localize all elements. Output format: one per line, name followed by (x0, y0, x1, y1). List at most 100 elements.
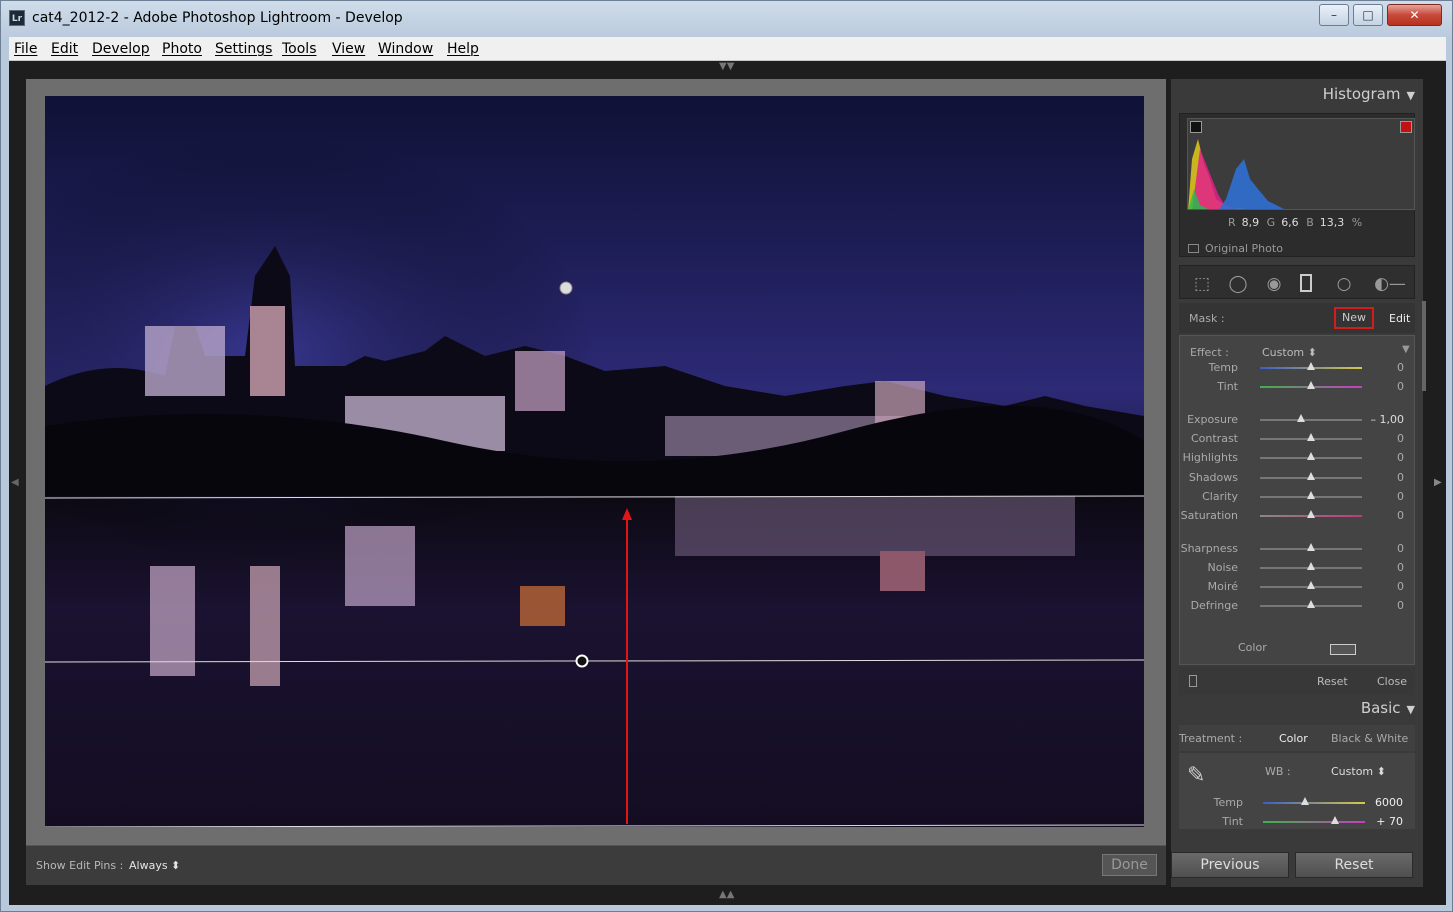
slider-track (1263, 802, 1365, 804)
basic-temp-slider[interactable]: Temp 6000 (1179, 793, 1415, 812)
lightroom-app-icon: Lr (9, 10, 25, 26)
minimize-button[interactable]: – (1319, 4, 1349, 26)
bottom-panel-toggle-icon[interactable]: ▲▲ (719, 889, 734, 900)
slider-value[interactable]: 0 (1397, 542, 1404, 555)
slider-knob[interactable] (1296, 414, 1305, 422)
slider-knob[interactable] (1307, 433, 1315, 441)
slider-knob[interactable] (1307, 491, 1315, 499)
menu-photo[interactable]: Photo (162, 41, 202, 57)
histogram-panel: R 8,9 G 6,6 B 13,3 % Original Photo (1179, 113, 1415, 257)
original-photo-toggle[interactable]: Original Photo (1188, 242, 1283, 255)
slider-value[interactable]: 0 (1397, 361, 1404, 374)
left-panel-toggle-icon[interactable]: ◀ (11, 477, 19, 488)
top-panel-toggle-icon[interactable]: ▼▼ (719, 61, 734, 72)
treatment-color[interactable]: Color (1279, 732, 1308, 745)
slider-value[interactable]: 0 (1397, 561, 1404, 574)
spot-removal-icon[interactable]: ◯ (1228, 274, 1248, 294)
menu-edit[interactable]: Edit (51, 41, 78, 57)
radial-filter-icon[interactable]: ○ (1334, 274, 1354, 294)
effect-slider-shadows[interactable]: Shadows 0 (1180, 468, 1416, 487)
white-balance-section: ✎ WB : Custom ⬍ Temp 6000 Tint + 70 (1179, 753, 1415, 829)
histogram-graph[interactable] (1187, 118, 1415, 210)
basic-collapse-icon[interactable]: ▼ (1407, 703, 1415, 716)
histogram-header[interactable]: Histogram ▼ (1323, 85, 1415, 103)
slider-label: Highlights (1182, 451, 1238, 464)
right-panel-toggle-icon[interactable]: ▶ (1434, 477, 1442, 488)
effect-slider-temp[interactable]: Temp 0 (1180, 358, 1416, 377)
maximize-button[interactable]: □ (1353, 4, 1383, 26)
effect-slider-clarity[interactable]: Clarity 0 (1180, 487, 1416, 506)
effect-slider-exposure[interactable]: Exposure – 1,00 (1180, 410, 1416, 429)
color-swatch[interactable] (1330, 644, 1356, 655)
highlight-clipping-icon[interactable] (1400, 121, 1412, 133)
slider-value[interactable]: 0 (1397, 432, 1404, 445)
crop-overlay-icon[interactable]: ⬚ (1192, 274, 1212, 294)
effect-slider-sharpness[interactable]: Sharpness 0 (1180, 539, 1416, 558)
slider-value[interactable]: 0 (1397, 599, 1404, 612)
right-panel-scrollbar[interactable] (1422, 301, 1426, 391)
menu-develop[interactable]: Develop (92, 41, 150, 57)
reset-button[interactable]: Reset (1295, 852, 1413, 878)
slider-knob[interactable] (1307, 562, 1315, 570)
toggle-switch-icon[interactable] (1189, 675, 1197, 687)
slider-knob[interactable] (1301, 797, 1309, 805)
wb-preset-select[interactable]: Custom ⬍ (1331, 765, 1386, 778)
previous-button[interactable]: Previous (1171, 852, 1289, 878)
slider-value[interactable]: 0 (1397, 471, 1404, 484)
menu-file[interactable]: File (14, 41, 37, 57)
slider-value[interactable]: 0 (1397, 580, 1404, 593)
adjustment-close-button[interactable]: Close (1377, 675, 1407, 688)
graduated-filter-icon[interactable] (1300, 274, 1312, 292)
treatment-black-white[interactable]: Black & White (1331, 732, 1408, 745)
adjustment-footer: Reset Close (1179, 667, 1415, 695)
basic-header[interactable]: Basic ▼ (1361, 699, 1415, 717)
done-button[interactable]: Done (1102, 854, 1157, 876)
mask-new-button[interactable]: New (1334, 307, 1374, 329)
slider-value[interactable]: 0 (1397, 380, 1404, 393)
slider-value[interactable]: 0 (1397, 490, 1404, 503)
basic-tint-value[interactable]: + 70 (1376, 815, 1403, 828)
effect-slider-moir[interactable]: Moiré 0 (1180, 577, 1416, 596)
menu-tools[interactable]: Tools (282, 41, 317, 57)
effect-collapse-icon[interactable]: ▼ (1402, 344, 1410, 355)
red-eye-icon[interactable]: ◉ (1264, 274, 1284, 294)
slider-value[interactable]: – 1,00 (1371, 413, 1405, 426)
slider-knob[interactable] (1307, 510, 1315, 518)
shadow-clipping-icon[interactable] (1190, 121, 1202, 133)
slider-knob[interactable] (1307, 381, 1315, 389)
basic-tint-slider[interactable]: Tint + 70 (1179, 812, 1415, 831)
menu-settings[interactable]: Settings (215, 41, 272, 57)
slider-knob[interactable] (1307, 472, 1315, 480)
effect-slider-tint[interactable]: Tint 0 (1180, 377, 1416, 396)
eyedropper-icon[interactable]: ✎ (1187, 763, 1217, 793)
photo-preview[interactable] (45, 96, 1144, 827)
slider-label: Saturation (1180, 509, 1238, 522)
histogram-readout: R 8,9 G 6,6 B 13,3 % (1228, 216, 1362, 229)
slider-knob[interactable] (1331, 816, 1339, 824)
collapse-triangle-icon[interactable]: ▼ (1407, 89, 1415, 102)
effect-slider-highlights[interactable]: Highlights 0 (1180, 448, 1416, 467)
effect-slider-noise[interactable]: Noise 0 (1180, 558, 1416, 577)
slider-value[interactable]: 0 (1397, 451, 1404, 464)
close-button[interactable]: ✕ (1387, 4, 1442, 26)
slider-knob[interactable] (1307, 362, 1315, 370)
slider-knob[interactable] (1307, 543, 1315, 551)
basic-temp-label: Temp (1213, 796, 1243, 809)
effect-slider-saturation[interactable]: Saturation 0 (1180, 506, 1416, 525)
r-label: R (1228, 216, 1236, 229)
basic-temp-value[interactable]: 6000 (1375, 796, 1403, 809)
adjustment-reset-button[interactable]: Reset (1317, 675, 1348, 688)
slider-knob[interactable] (1307, 600, 1315, 608)
menu-window[interactable]: Window (378, 41, 433, 57)
show-edit-pins-select[interactable]: Always ⬍ (129, 859, 180, 872)
slider-value[interactable]: 0 (1397, 509, 1404, 522)
adjustment-brush-icon[interactable]: ◐— (1372, 274, 1408, 294)
effect-slider-contrast[interactable]: Contrast 0 (1180, 429, 1416, 448)
effect-slider-defringe[interactable]: Defringe 0 (1180, 596, 1416, 615)
slider-label: Temp (1208, 361, 1238, 374)
slider-knob[interactable] (1307, 581, 1315, 589)
slider-knob[interactable] (1307, 452, 1315, 460)
menu-help[interactable]: Help (447, 41, 479, 57)
mask-edit-button[interactable]: Edit (1389, 312, 1410, 325)
menu-view[interactable]: View (332, 41, 365, 57)
